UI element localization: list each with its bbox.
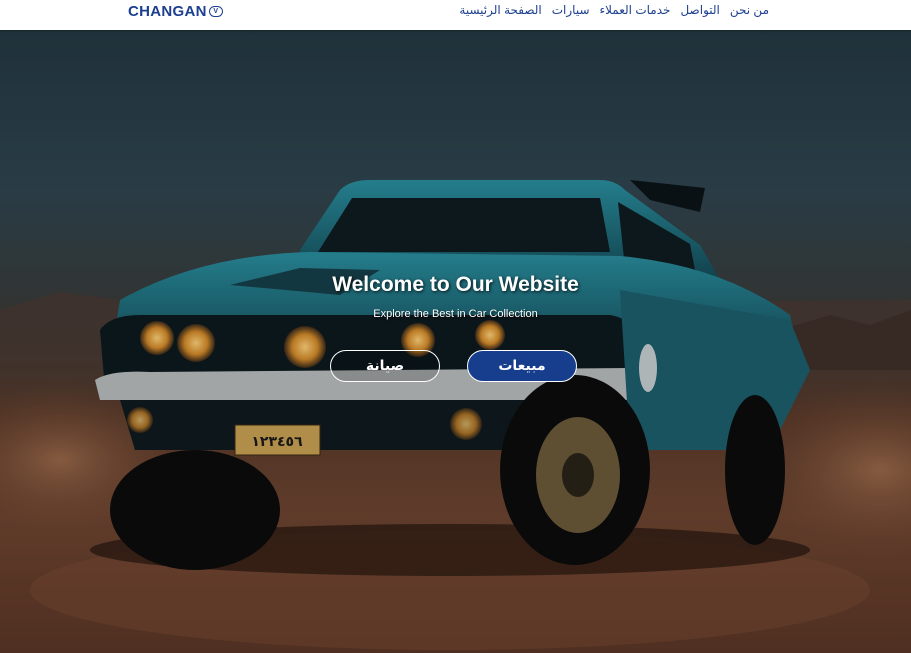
brand-badge-icon: V <box>208 5 223 17</box>
top-navbar: CHANGAN V الصفحة الرئيسية سيارات خدمات ا… <box>0 0 911 30</box>
hero-section: ١٢٣٤٥٦ Welcome to Our Website Explore th… <box>0 30 911 653</box>
nav-contact[interactable]: التواصل <box>680 3 719 19</box>
sales-button[interactable]: مبيعات <box>467 350 577 382</box>
changan-logo[interactable]: CHANGAN V <box>128 2 223 20</box>
hero-dark-overlay <box>0 30 911 653</box>
main-nav: الصفحة الرئيسية سيارات خدمات العملاء الت… <box>459 3 769 19</box>
nav-about-us[interactable]: من نحن <box>730 3 769 19</box>
nav-customer-service[interactable]: خدمات العملاء <box>600 3 671 19</box>
hero-title: Welcome to Our Website <box>332 273 579 296</box>
hero-subtitle: Explore the Best in Car Collection <box>373 308 538 320</box>
nav-home[interactable]: الصفحة الرئيسية <box>459 3 541 19</box>
nav-cars[interactable]: سيارات <box>552 3 590 19</box>
brand-name: CHANGAN <box>128 2 207 20</box>
maintenance-button[interactable]: صيانة <box>330 350 440 382</box>
